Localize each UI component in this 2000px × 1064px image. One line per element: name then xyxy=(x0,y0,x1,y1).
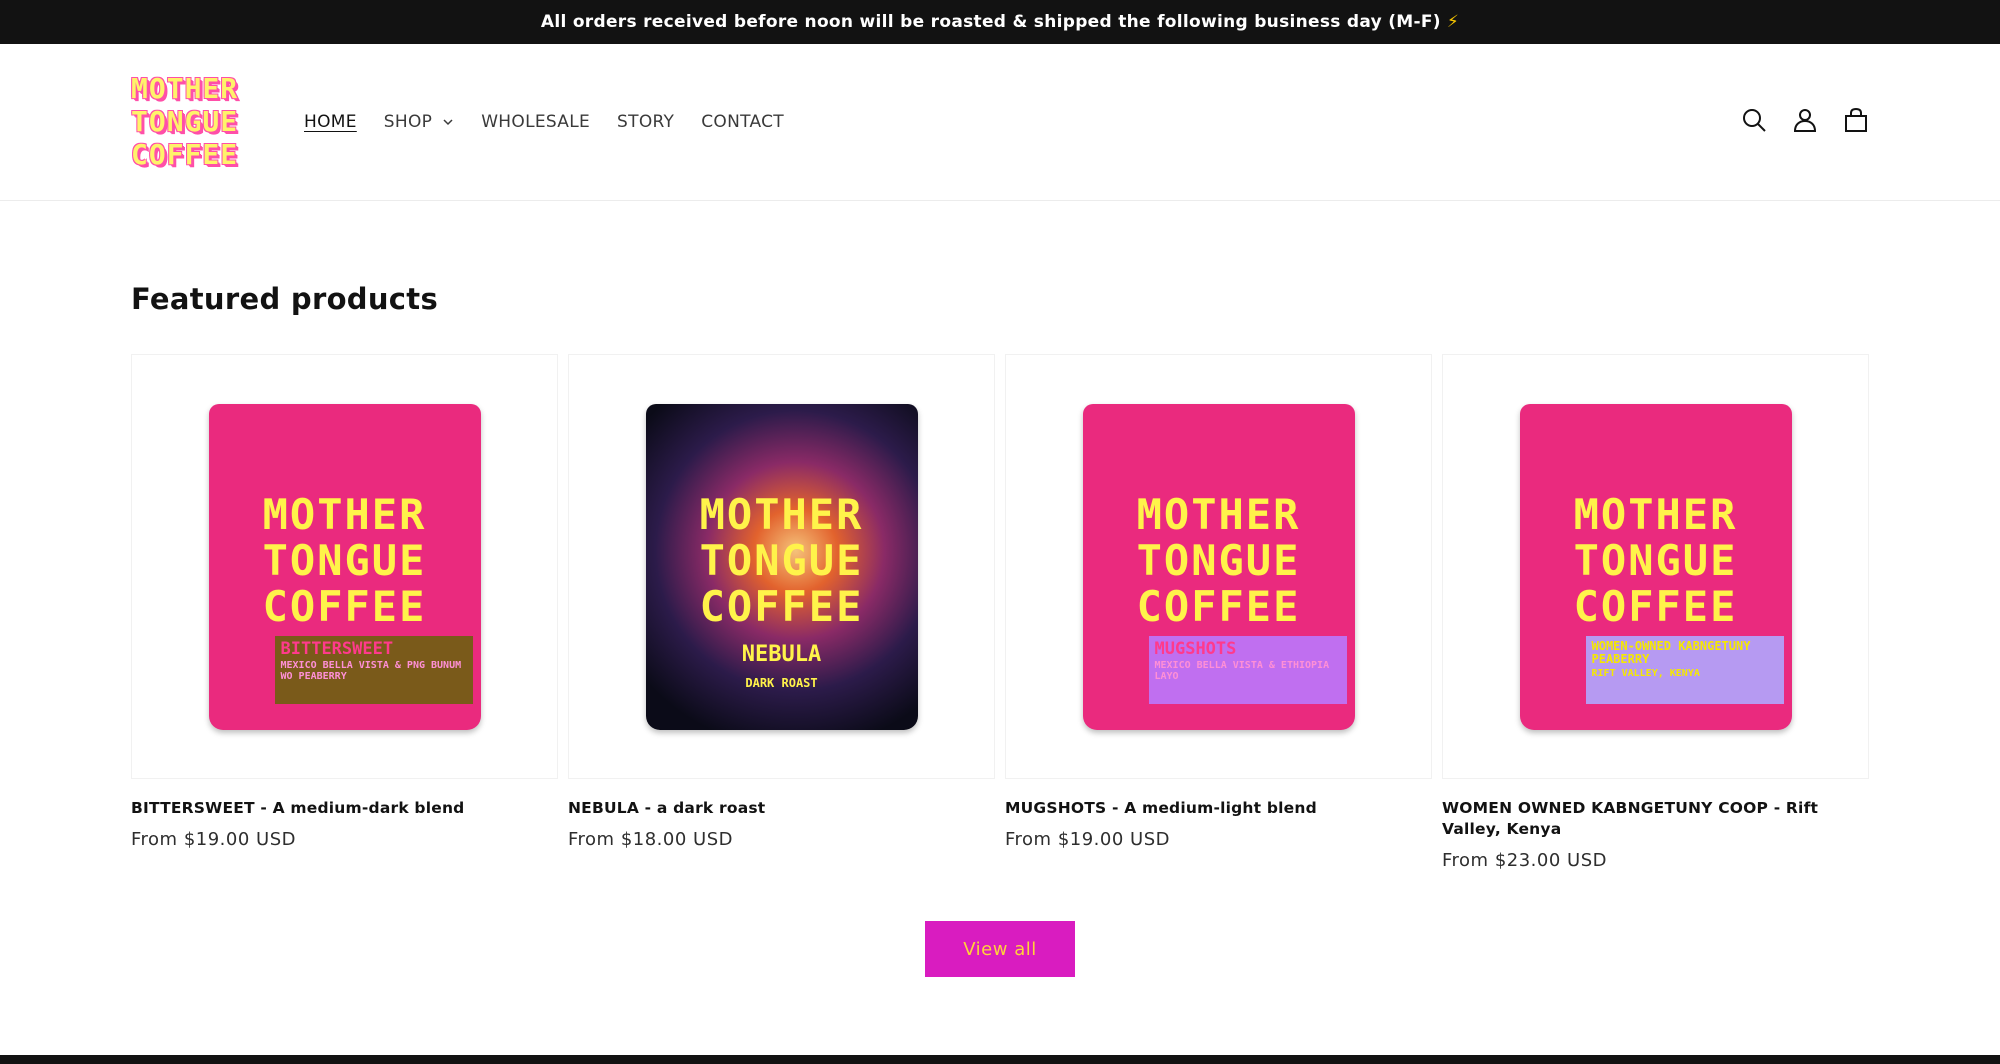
main-nav: HOME SHOP WHOLESALE STORY CONTACT xyxy=(304,106,811,138)
coffee-bag-image: MOTHER TONGUE COFFEE NEBULA DARK ROAST xyxy=(645,403,918,730)
nav-home[interactable]: HOME xyxy=(304,112,357,132)
product-image[interactable]: MOTHER TONGUE COFFEE WOMEN-OWNED KABNGET… xyxy=(1442,354,1869,779)
bag-brand: MOTHER TONGUE COFFEE xyxy=(262,489,427,631)
nav-wholesale[interactable]: WHOLESALE xyxy=(481,112,590,132)
logo-line-2: TONGUE xyxy=(131,105,239,138)
logo-line-3: COFFEE xyxy=(131,138,239,171)
bag-label: WOMEN-OWNED KABNGETUNY PEABERRY RIFT VAL… xyxy=(1585,635,1784,704)
product-price: From $19.00 USD xyxy=(1005,829,1170,850)
logo-line-1: MOTHER xyxy=(131,72,239,105)
announcement-bar: All orders received before noon will be … xyxy=(0,0,2000,44)
coffee-bag-image: MOTHER TONGUE COFFEE WOMEN-OWNED KABNGET… xyxy=(1519,403,1792,730)
bag-name: NEBULA xyxy=(741,641,822,667)
bag-brand: MOTHER TONGUE COFFEE xyxy=(1136,489,1301,631)
product-title[interactable]: NEBULA - a dark roast xyxy=(568,798,995,819)
product-title[interactable]: BITTERSWEET - A medium-dark blend xyxy=(131,798,558,819)
product-card[interactable]: MOTHER TONGUE COFFEE BITTERSWEET MEXICO … xyxy=(131,354,558,850)
product-image[interactable]: MOTHER TONGUE COFFEE NEBULA DARK ROAST xyxy=(568,354,995,779)
nav-shop[interactable]: SHOP xyxy=(384,112,454,132)
chevron-down-icon xyxy=(443,119,453,126)
section-title: Featured products xyxy=(131,282,439,316)
bag-roast: DARK ROAST xyxy=(745,675,818,690)
product-price: From $19.00 USD xyxy=(131,829,296,850)
bag-brand: MOTHER TONGUE COFFEE xyxy=(1573,489,1738,631)
product-title[interactable]: WOMEN OWNED KABNGETUNY COOP - Rift Valle… xyxy=(1442,798,1869,840)
search-icon[interactable] xyxy=(1740,106,1768,134)
site-header: MOTHER TONGUE COFFEE HOME SHOP WHOLESALE… xyxy=(0,44,2000,201)
nav-story[interactable]: STORY xyxy=(617,112,674,132)
product-card[interactable]: MOTHER TONGUE COFFEE NEBULA DARK ROAST N… xyxy=(568,354,995,850)
bag-label: MUGSHOTS MEXICO BELLA VISTA & ETHIOPIA L… xyxy=(1148,635,1347,704)
product-price: From $18.00 USD xyxy=(568,829,733,850)
account-icon[interactable] xyxy=(1791,106,1819,134)
logo[interactable]: MOTHER TONGUE COFFEE xyxy=(131,74,261,170)
product-title[interactable]: MUGSHOTS - A medium-light blend xyxy=(1005,798,1432,819)
coffee-bag-image: MOTHER TONGUE COFFEE MUGSHOTS MEXICO BEL… xyxy=(1082,403,1355,730)
cart-icon[interactable] xyxy=(1842,106,1870,134)
product-card[interactable]: MOTHER TONGUE COFFEE WOMEN-OWNED KABNGET… xyxy=(1442,354,1869,871)
product-image[interactable]: MOTHER TONGUE COFFEE MUGSHOTS MEXICO BEL… xyxy=(1005,354,1432,779)
product-image[interactable]: MOTHER TONGUE COFFEE BITTERSWEET MEXICO … xyxy=(131,354,558,779)
nav-shop-label: SHOP xyxy=(383,112,433,132)
product-card[interactable]: MOTHER TONGUE COFFEE MUGSHOTS MEXICO BEL… xyxy=(1005,354,1432,850)
coffee-bag-image: MOTHER TONGUE COFFEE BITTERSWEET MEXICO … xyxy=(208,403,481,730)
product-price: From $23.00 USD xyxy=(1442,850,1607,871)
bag-brand: MOTHER TONGUE COFFEE xyxy=(699,489,864,631)
footer-edge xyxy=(0,1055,2000,1064)
bag-label: BITTERSWEET MEXICO BELLA VISTA & PNG BUN… xyxy=(274,635,473,704)
view-all-button[interactable]: View all xyxy=(925,921,1075,977)
announcement-text: All orders received before noon will be … xyxy=(540,12,1441,32)
lightning-icon: ⚡ xyxy=(1446,12,1460,32)
header-icons xyxy=(1740,106,1870,134)
nav-contact[interactable]: CONTACT xyxy=(701,112,784,132)
